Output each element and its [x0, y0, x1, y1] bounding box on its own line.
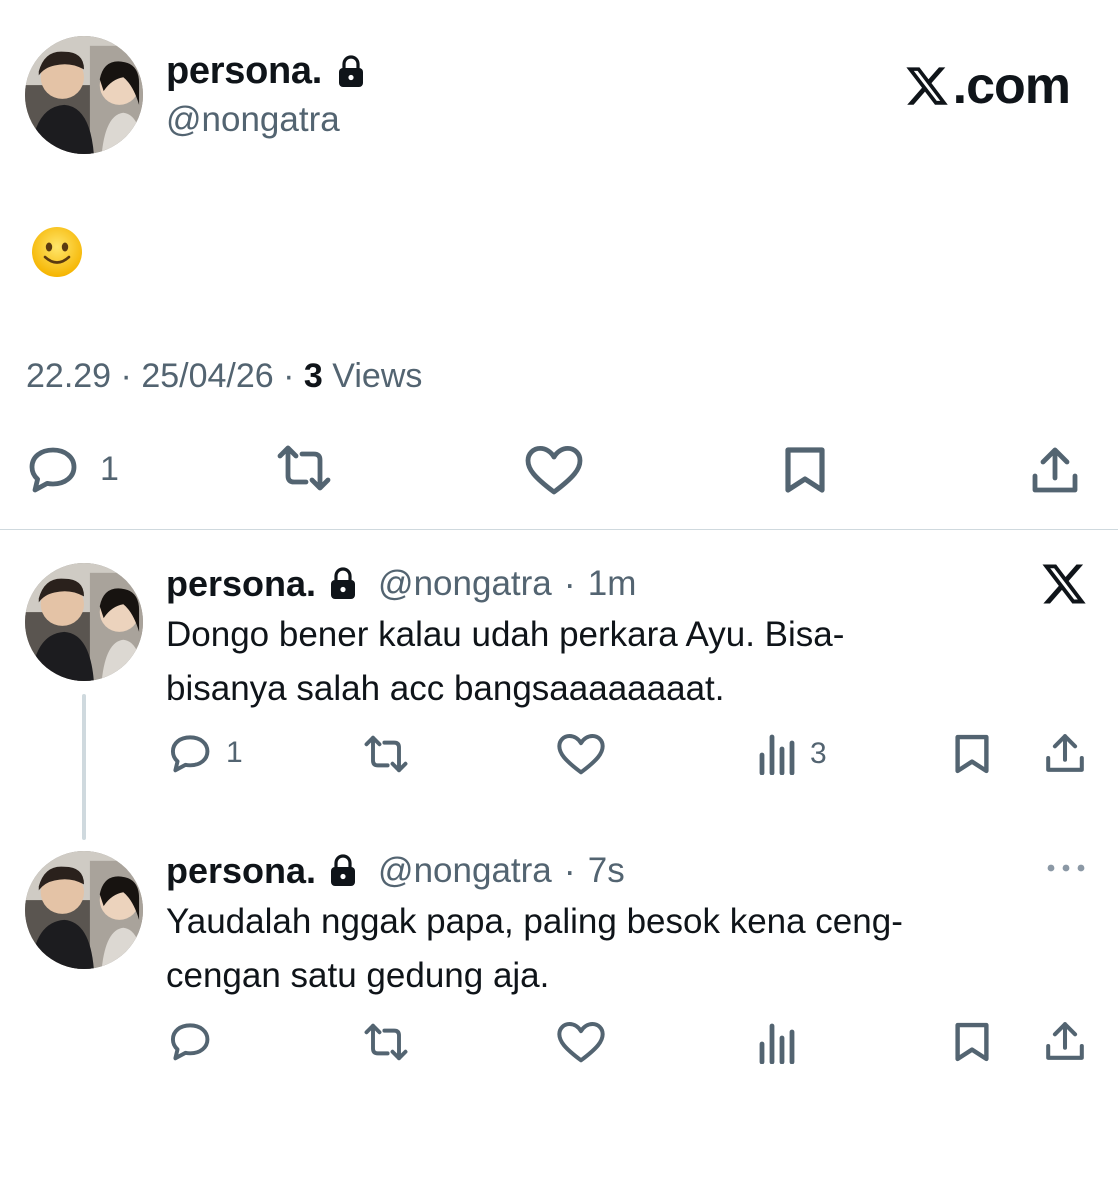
reply-button[interactable] [168, 1020, 214, 1062]
x-icon [1042, 564, 1086, 604]
post-date[interactable]: 25/04/26 [141, 357, 273, 395]
views-button[interactable]: 3 [758, 733, 827, 775]
share-button[interactable] [1030, 444, 1080, 496]
separator: · [283, 357, 295, 395]
reply-button[interactable]: 1 [168, 732, 243, 774]
x-icon [906, 67, 948, 105]
repost-button[interactable] [272, 444, 336, 492]
handle[interactable]: @nongatra [378, 564, 552, 604]
repost-icon [364, 1023, 408, 1061]
post-time[interactable]: 1m [588, 564, 637, 604]
views-button[interactable] [758, 1022, 798, 1064]
like-button[interactable] [524, 444, 584, 496]
post-time[interactable]: 7s [588, 851, 625, 891]
bookmark-button[interactable] [952, 1020, 992, 1064]
lock-icon [329, 567, 357, 601]
reply-count: 1 [100, 449, 119, 488]
lock-icon [337, 54, 365, 89]
divider [0, 529, 1118, 530]
like-button[interactable] [556, 732, 606, 776]
avatar[interactable] [25, 36, 143, 154]
analytics-icon [759, 734, 795, 775]
lock-icon [329, 854, 357, 888]
handle[interactable]: @nongatra [166, 100, 340, 140]
share-icon [1046, 734, 1084, 772]
views-count: 3 [810, 737, 827, 770]
brand-text: .com [952, 57, 1071, 115]
views-count: 3 [303, 357, 323, 395]
post-text-line: Dongo bener kalau udah perkara Ayu. Bisa… [166, 615, 845, 654]
avatar[interactable] [25, 851, 143, 969]
repost-icon [277, 445, 331, 491]
thread-line [82, 694, 86, 840]
heart-icon [525, 446, 583, 495]
handle[interactable]: @nongatra [378, 851, 552, 891]
display-name[interactable]: persona. [166, 50, 366, 93]
reply-icon [29, 447, 77, 493]
reply-button[interactable]: 1 [26, 444, 119, 494]
smiling-face-emoji [31, 226, 83, 278]
post-text-line: Yaudalah nggak papa, paling besok kena c… [166, 902, 903, 941]
reply-header: persona. @nongatra · 7s [166, 850, 625, 892]
bookmark-icon [955, 1022, 989, 1062]
bookmark-button[interactable] [952, 732, 992, 776]
repost-icon [364, 735, 408, 773]
analytics-icon [759, 1023, 795, 1064]
bookmark-button[interactable] [782, 444, 828, 496]
repost-button[interactable] [360, 1022, 412, 1062]
like-button[interactable] [556, 1020, 606, 1064]
reply-count: 1 [226, 736, 243, 769]
display-name[interactable]: persona. [166, 850, 316, 892]
reply-icon [170, 1023, 210, 1061]
more-options-icon[interactable] [1044, 858, 1088, 878]
share-button[interactable] [1044, 731, 1086, 775]
separator: · [563, 563, 576, 604]
x-logo: .com [903, 56, 1071, 116]
post-text: Dongo bener kalau udah perkara Ayu. Bisa… [166, 608, 1046, 716]
display-name-text: persona. [166, 50, 322, 92]
repost-button[interactable] [360, 734, 412, 774]
bookmark-icon [955, 734, 989, 774]
separator: · [563, 850, 576, 891]
post-text-line: cengan satu gedung aja. [166, 956, 550, 995]
views-label: Views [332, 357, 423, 395]
heart-icon [557, 734, 605, 775]
post-meta: 22.29 · 25/04/26 · 3 Views [26, 357, 422, 396]
bookmark-icon [785, 447, 825, 493]
share-button[interactable] [1044, 1019, 1086, 1063]
separator: · [120, 357, 132, 395]
post-time[interactable]: 22.29 [26, 357, 111, 395]
share-icon [1046, 1022, 1084, 1060]
reply-header: persona. @nongatra · 1m [166, 563, 636, 605]
post-text: Yaudalah nggak papa, paling besok kena c… [166, 895, 1046, 1003]
reply-icon [170, 735, 210, 773]
avatar[interactable] [25, 563, 143, 681]
post-text-line: bisanya salah acc bangsaaaaaaaat. [166, 669, 725, 708]
heart-icon [557, 1022, 605, 1063]
display-name[interactable]: persona. [166, 563, 316, 605]
share-icon [1032, 447, 1078, 493]
